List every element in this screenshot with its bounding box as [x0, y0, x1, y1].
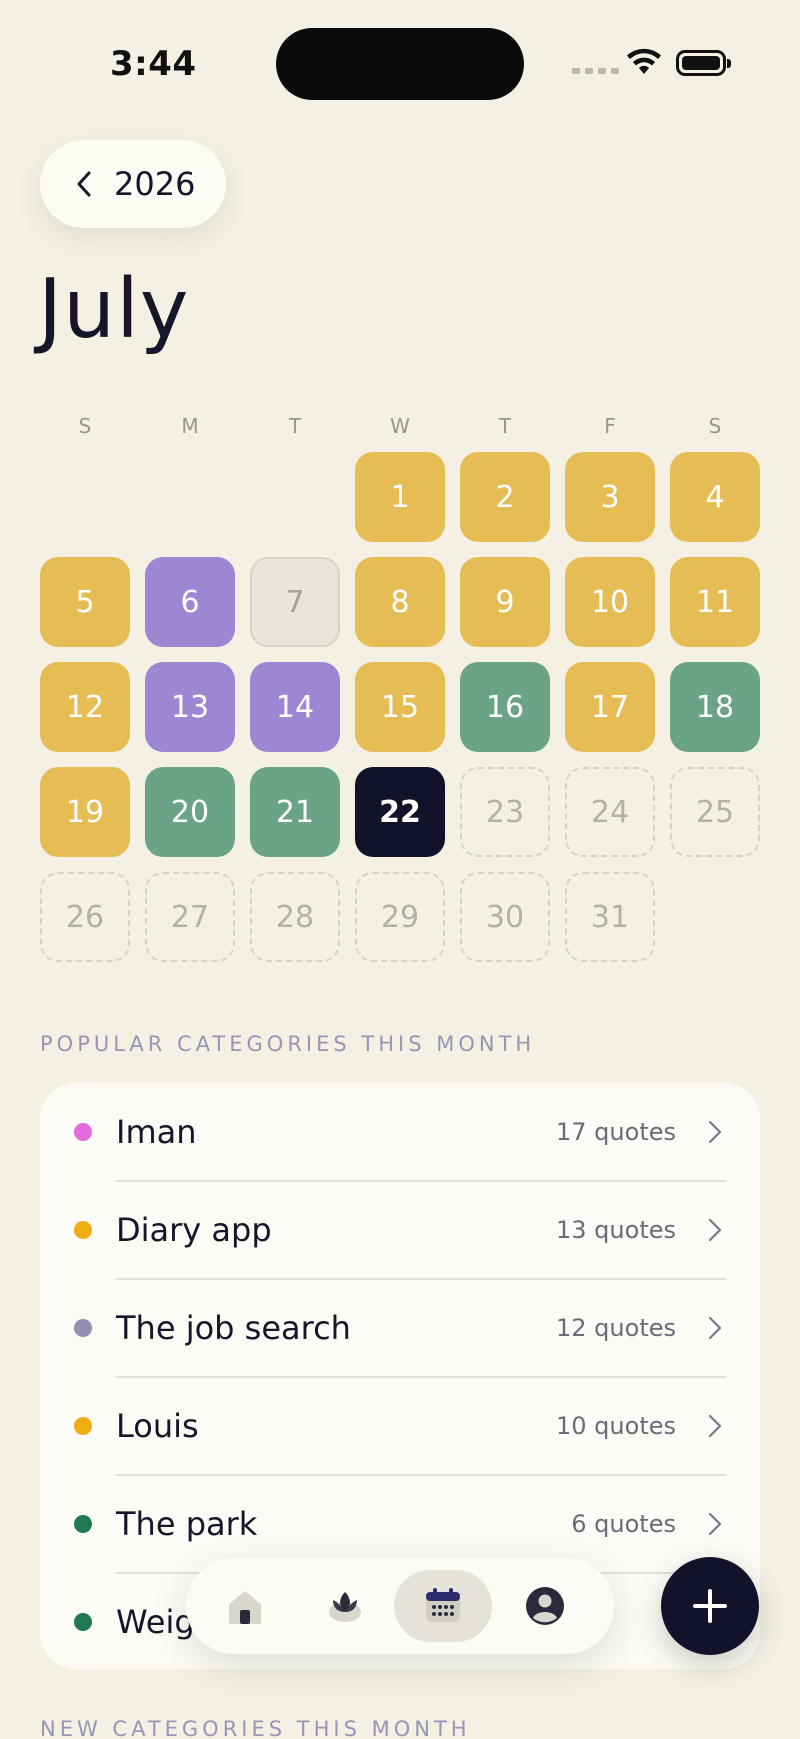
- calendar-day-14[interactable]: 14: [250, 662, 340, 752]
- category-name: Iman: [116, 1113, 197, 1151]
- calendar-day-29: 29: [355, 872, 445, 962]
- calendar-icon: [426, 1588, 460, 1622]
- tab-profile[interactable]: [496, 1570, 594, 1642]
- calendar-day-24: 24: [565, 767, 655, 857]
- calendar-day-17[interactable]: 17: [565, 662, 655, 752]
- category-row[interactable]: The job search 12 quotes: [40, 1279, 760, 1378]
- lotus-icon: [329, 1592, 361, 1622]
- category-color-dot: [74, 1123, 92, 1141]
- category-color-dot: [74, 1221, 92, 1239]
- calendar-day-9[interactable]: 9: [460, 557, 550, 647]
- add-quote-button[interactable]: [661, 1557, 759, 1655]
- calendar-day-26: 26: [40, 872, 130, 962]
- category-name: The job search: [116, 1309, 351, 1347]
- chevron-right-icon: [708, 1512, 722, 1536]
- popular-categories-heading: POPULAR CATEGORIES THIS MONTH: [40, 1032, 536, 1056]
- calendar-day-19[interactable]: 19: [40, 767, 130, 857]
- calendar-day-10[interactable]: 10: [565, 557, 655, 647]
- category-row[interactable]: Diary app 13 quotes: [40, 1181, 760, 1280]
- chevron-right-icon: [708, 1218, 722, 1242]
- calendar-day-23: 23: [460, 767, 550, 857]
- calendar-day-4[interactable]: 4: [670, 452, 760, 542]
- calendar-day-27: 27: [145, 872, 235, 962]
- category-name: Louis: [116, 1407, 199, 1445]
- category-name: The park: [116, 1505, 258, 1543]
- profile-icon: [526, 1587, 564, 1625]
- calendar-day-2[interactable]: 2: [460, 452, 550, 542]
- calendar-grid: 1 2 3 4 5 6 7 8 9 10 11 12 13 14 15 16 17 18 19 20 21 22 23 24 2…: [0, 0, 800, 1000]
- tab-lotus[interactable]: [296, 1570, 394, 1642]
- calendar-day-6[interactable]: 6: [145, 557, 235, 647]
- calendar-day-21[interactable]: 21: [250, 767, 340, 857]
- calendar-day-20[interactable]: 20: [145, 767, 235, 857]
- calendar-day-12[interactable]: 12: [40, 662, 130, 752]
- calendar-day-7[interactable]: 7: [250, 557, 340, 647]
- category-color-dot: [74, 1319, 92, 1337]
- chevron-right-icon: [708, 1316, 722, 1340]
- category-count: 17 quotes: [556, 1118, 676, 1146]
- calendar-day-11[interactable]: 11: [670, 557, 760, 647]
- chevron-right-icon: [708, 1414, 722, 1438]
- category-count: 10 quotes: [556, 1412, 676, 1440]
- calendar-day-22[interactable]: 22: [355, 767, 445, 857]
- tab-calendar[interactable]: [394, 1570, 492, 1642]
- category-color-dot: [74, 1515, 92, 1533]
- tab-bar: [186, 1558, 614, 1654]
- calendar-day-16[interactable]: 16: [460, 662, 550, 752]
- chevron-right-icon: [708, 1120, 722, 1144]
- tab-home[interactable]: [196, 1570, 294, 1642]
- category-name: Diary app: [116, 1211, 272, 1249]
- calendar-day-13[interactable]: 13: [145, 662, 235, 752]
- category-count: 13 quotes: [556, 1216, 676, 1244]
- calendar-day-3[interactable]: 3: [565, 452, 655, 542]
- plus-icon: [693, 1589, 727, 1623]
- category-count: 12 quotes: [556, 1314, 676, 1342]
- category-count: 6 quotes: [571, 1510, 676, 1538]
- calendar-day-8[interactable]: 8: [355, 557, 445, 647]
- calendar-day-1[interactable]: 1: [355, 452, 445, 542]
- category-row[interactable]: Louis 10 quotes: [40, 1377, 760, 1476]
- category-name: Weig: [116, 1603, 195, 1641]
- category-row[interactable]: Iman 17 quotes: [40, 1083, 760, 1182]
- calendar-day-31: 31: [565, 872, 655, 962]
- calendar-day-30: 30: [460, 872, 550, 962]
- calendar-day-5[interactable]: 5: [40, 557, 130, 647]
- category-color-dot: [74, 1417, 92, 1435]
- home-icon: [229, 1591, 261, 1624]
- calendar-day-18[interactable]: 18: [670, 662, 760, 752]
- calendar-day-25: 25: [670, 767, 760, 857]
- calendar-day-15[interactable]: 15: [355, 662, 445, 752]
- new-categories-heading: NEW CATEGORIES THIS MONTH: [40, 1717, 471, 1739]
- calendar-day-28: 28: [250, 872, 340, 962]
- category-color-dot: [74, 1613, 92, 1631]
